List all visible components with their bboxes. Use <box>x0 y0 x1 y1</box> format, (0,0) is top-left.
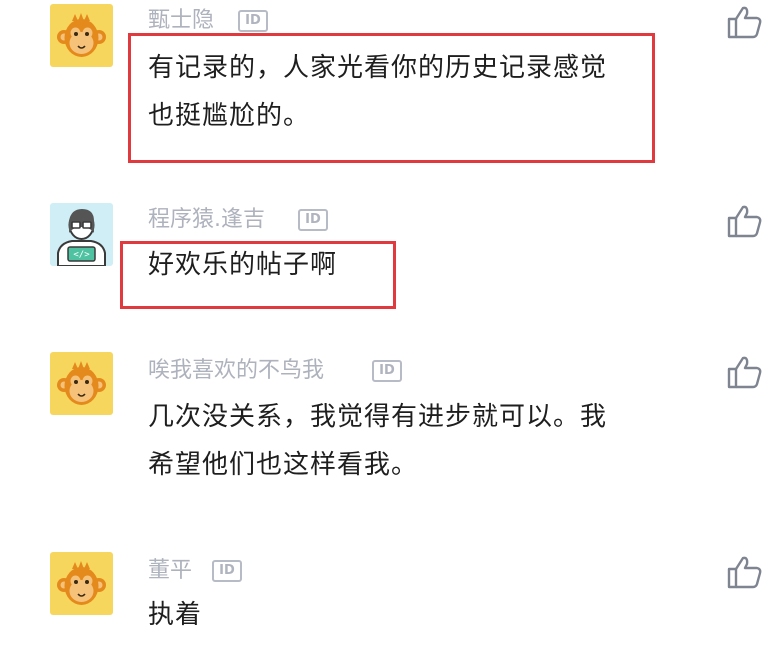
id-badge: ID <box>298 209 328 231</box>
highlight-box <box>120 241 396 309</box>
monkey-avatar-icon <box>50 4 113 67</box>
id-badge: ID <box>372 360 402 382</box>
id-badge: ID <box>238 10 268 32</box>
highlight-box <box>128 33 655 163</box>
user-avatar[interactable] <box>50 352 113 415</box>
user-avatar[interactable] <box>50 4 113 67</box>
like-button[interactable] <box>726 355 762 389</box>
thumbs-up-icon <box>726 204 762 238</box>
like-button[interactable] <box>726 5 762 39</box>
programmer-avatar-icon <box>50 203 113 266</box>
like-button[interactable] <box>726 204 762 238</box>
thumbs-up-icon <box>726 555 762 589</box>
username[interactable]: 唉我喜欢的不鸟我 <box>148 357 324 385</box>
comment-text: 执着 <box>148 600 203 630</box>
id-badge: ID <box>212 560 242 582</box>
user-avatar[interactable] <box>50 203 113 266</box>
like-button[interactable] <box>726 555 762 589</box>
monkey-avatar-icon <box>50 552 113 615</box>
username[interactable]: 董平 <box>148 557 192 585</box>
thumbs-up-icon <box>726 355 762 389</box>
username[interactable]: 甄士隐 <box>148 7 214 35</box>
user-avatar[interactable] <box>50 552 113 615</box>
monkey-avatar-icon <box>50 352 113 415</box>
username[interactable]: 程序猿.逢吉 <box>148 206 265 234</box>
comment-text: 几次没关系，我觉得有进步就可以。我 希望他们也这样看我。 <box>148 402 608 480</box>
thumbs-up-icon <box>726 5 762 39</box>
